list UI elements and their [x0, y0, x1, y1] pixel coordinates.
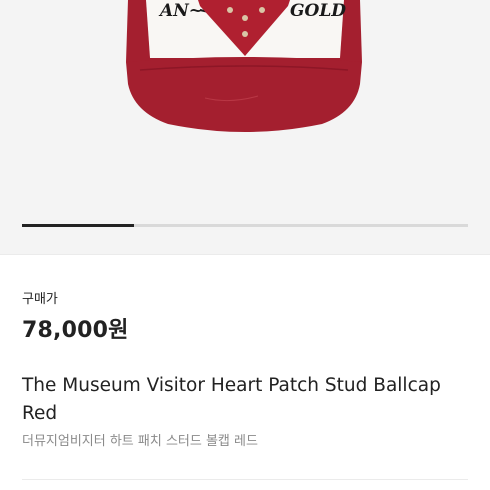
product-image-carousel[interactable]: AN~ GOLD	[0, 0, 490, 254]
stud-4	[242, 31, 248, 37]
cap-embroidery-left: AN~	[158, 1, 203, 21]
stud-3	[259, 7, 265, 13]
price-value: 78,000원	[22, 318, 129, 343]
cap-embroidery-right: GOLD	[290, 1, 346, 21]
section-divider	[0, 254, 490, 255]
stud-1	[227, 7, 233, 13]
product-subtitle: 더뮤지엄비지터 하트 패치 스터드 볼캡 레드	[22, 434, 258, 449]
bottom-divider	[22, 479, 468, 480]
product-title: The Museum Visitor Heart Patch Stud Ball…	[22, 375, 441, 424]
product-image-ballcap[interactable]: AN~ GOLD	[0, 0, 490, 254]
carousel-progress-track	[22, 224, 468, 227]
carousel-progress-indicator	[22, 224, 134, 227]
stud-2	[242, 15, 248, 21]
price-label: 구매가	[22, 292, 58, 307]
